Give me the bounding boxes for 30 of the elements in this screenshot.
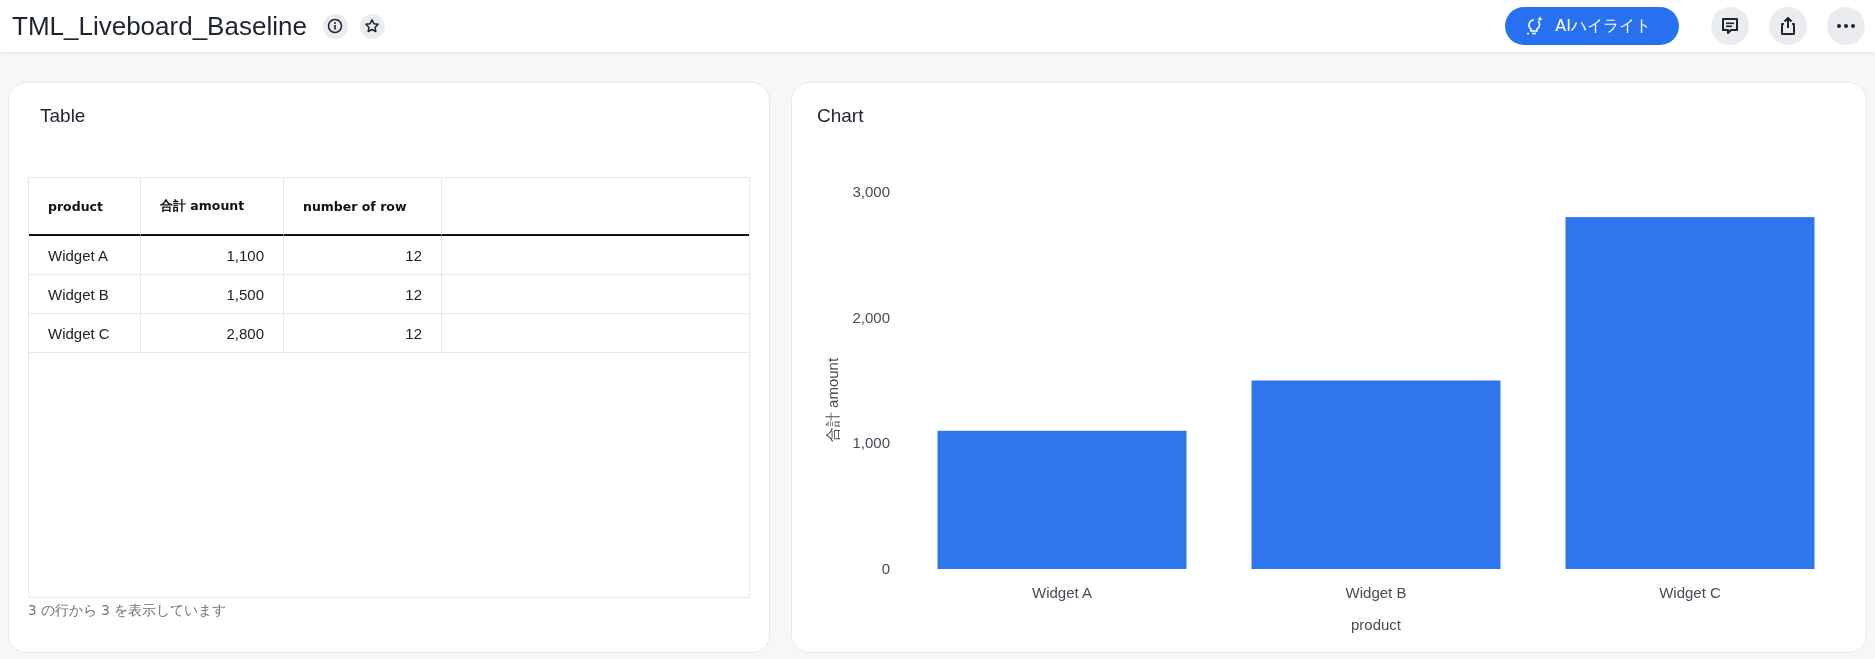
axis-tick-label: 2,000 (852, 308, 890, 326)
table-cell: 12 (284, 314, 442, 353)
column-header: number of row (284, 178, 442, 236)
column-header: product (29, 178, 141, 236)
liveboard-title: TML_Liveboard_Baseline (12, 10, 307, 42)
x-axis-title: product (1351, 616, 1401, 633)
axis-tick-label: 0 (881, 560, 890, 577)
y-axis-title: 合計 amount (824, 357, 841, 443)
table-cell: Widget C (29, 314, 141, 353)
ai-highlight-button[interactable]: AIハイライト (1505, 7, 1679, 45)
table-cell: 1,500 (141, 275, 284, 314)
axis-tick-label: Widget C (1659, 584, 1721, 601)
axis-tick-label: Widget A (1032, 584, 1092, 601)
info-icon[interactable] (322, 13, 348, 39)
table-cell: 12 (284, 275, 442, 314)
comment-icon[interactable] (1711, 7, 1749, 45)
table-cell: 12 (284, 236, 442, 275)
table-cell: 2,800 (141, 314, 284, 353)
share-icon[interactable] (1769, 7, 1807, 45)
axis-tick-label: 3,000 (852, 183, 890, 200)
table-cell: 1,100 (141, 236, 284, 275)
table-cell: Widget A (29, 236, 141, 275)
table-cell: Widget B (29, 275, 141, 314)
axis-tick-label: Widget B (1345, 584, 1407, 601)
more-icon[interactable] (1827, 7, 1865, 45)
card-title: Chart (816, 105, 865, 127)
axis-tick-label: 1,000 (852, 434, 890, 452)
column-header: 合計 amount (141, 178, 284, 236)
card-title: Table (39, 105, 87, 127)
row-count-text: 3 の行から 3 を表示しています (28, 602, 228, 620)
